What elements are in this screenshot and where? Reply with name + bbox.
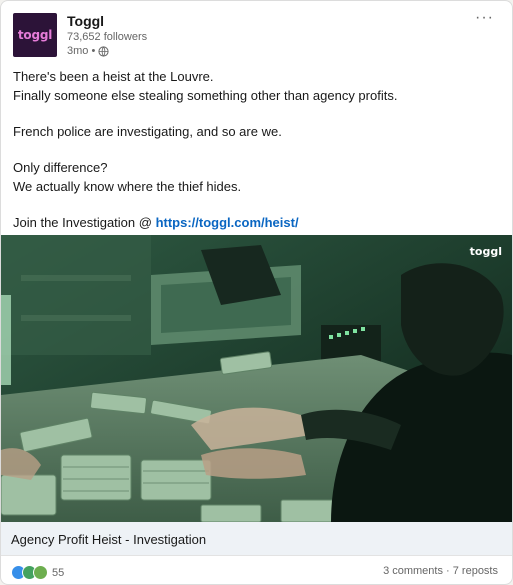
post-header: toggl Toggl 73,652 followers 3mo • ··· xyxy=(13,9,500,61)
post-line: There's been a heist at the Louvre. xyxy=(13,69,214,84)
post-time: 3mo • xyxy=(67,45,96,57)
post-card: toggl Toggl 73,652 followers 3mo • ··· T… xyxy=(0,0,513,585)
image-caption[interactable]: Agency Profit Heist - Investigation xyxy=(1,522,512,556)
comments-reposts-count[interactable]: 3 comments · 7 reposts xyxy=(383,565,498,577)
post-line: Only difference? xyxy=(13,160,108,175)
post-line-cta: Join the Investigation @ https://toggl.c… xyxy=(13,213,500,232)
caption-text: Agency Profit Heist - Investigation xyxy=(11,532,207,547)
post-line: We actually know where the thief hides. xyxy=(13,179,242,194)
reactions-summary[interactable]: 55 xyxy=(11,565,64,580)
logo-text: toggl xyxy=(17,28,53,42)
post-line: Finally someone else stealing something … xyxy=(13,88,398,103)
post-line: French police are investigating, and so … xyxy=(13,124,282,139)
company-name[interactable]: Toggl xyxy=(67,13,104,29)
post-meta: 3mo • xyxy=(67,45,109,57)
globe-icon xyxy=(98,45,109,57)
social-counts: 55 3 comments · 7 reposts xyxy=(1,556,512,584)
support-reaction-icon xyxy=(33,565,48,580)
reaction-count: 55 xyxy=(52,566,65,579)
company-logo[interactable]: toggl xyxy=(13,13,57,57)
heist-scene-image xyxy=(1,235,512,522)
heist-link[interactable]: https://toggl.com/heist/ xyxy=(156,215,299,230)
image-watermark: toggl xyxy=(469,245,502,258)
post-body: There's been a heist at the Louvre. Fina… xyxy=(13,67,500,232)
more-options-icon[interactable]: ··· xyxy=(475,9,494,27)
follower-count: 73,652 followers xyxy=(67,31,148,43)
cta-text: Join the Investigation @ xyxy=(13,215,152,230)
post-image[interactable]: toggl xyxy=(1,235,512,522)
